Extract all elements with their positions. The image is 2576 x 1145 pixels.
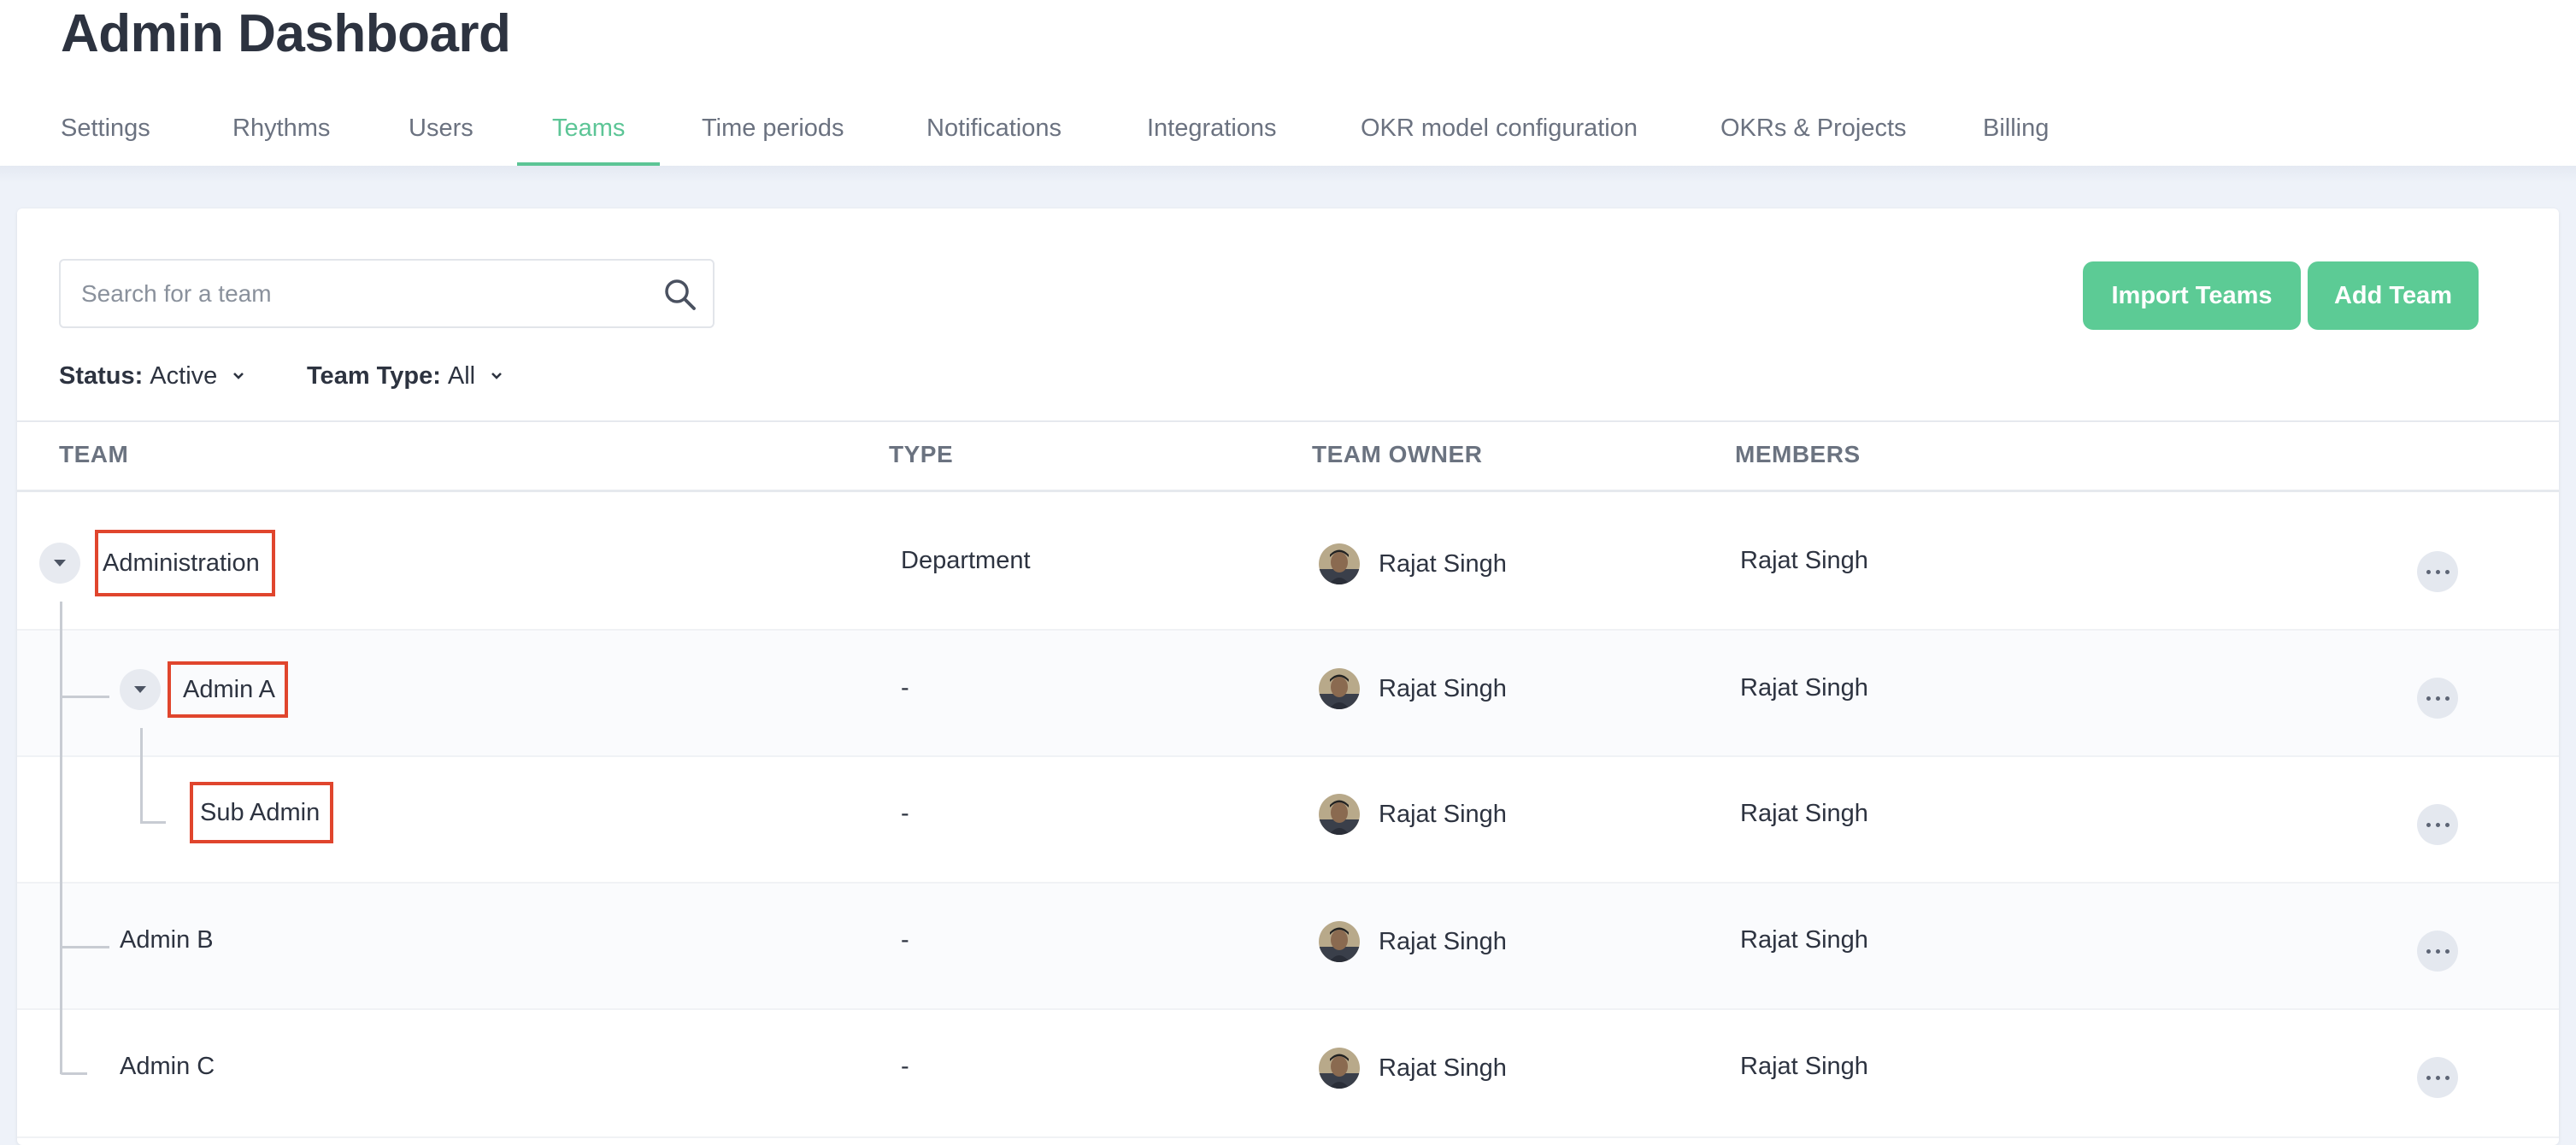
team-owner: Rajat Singh: [1319, 543, 1507, 584]
page-header: Admin Dashboard Settings Rhythms Users T…: [0, 0, 2576, 166]
team-type: -: [901, 926, 909, 954]
column-header-type[interactable]: TYPE: [889, 441, 953, 468]
team-type: -: [901, 674, 909, 702]
more-icon[interactable]: [2417, 931, 2458, 972]
status-filter-label: Status:: [59, 362, 144, 390]
tab-teams[interactable]: Teams: [552, 111, 625, 145]
team-search: [59, 259, 715, 328]
avatar: [1319, 794, 1360, 835]
tree-connector: [60, 696, 109, 698]
page-title: Admin Dashboard: [61, 4, 511, 63]
table-row[interactable]: [17, 757, 2559, 884]
column-header-members[interactable]: MEMBERS: [1735, 441, 1861, 468]
team-type: Department: [901, 547, 1031, 574]
team-owner-name: Rajat Singh: [1379, 675, 1507, 702]
tree-connector: [140, 728, 143, 824]
team-members: Rajat Singh: [1740, 547, 1868, 574]
team-owner-name: Rajat Singh: [1379, 550, 1507, 578]
header-shadow: [0, 166, 2576, 183]
tab-okr-model-configuration[interactable]: OKR model configuration: [1361, 111, 1638, 145]
team-name[interactable]: Admin A: [183, 672, 275, 707]
column-header-team[interactable]: TEAM: [59, 441, 128, 468]
search-input[interactable]: [81, 261, 645, 326]
team-type: -: [901, 800, 909, 827]
avatar: [1319, 543, 1360, 584]
team-members: Rajat Singh: [1740, 1053, 1868, 1080]
chevron-down-icon: [233, 373, 244, 379]
more-icon[interactable]: [2417, 678, 2458, 719]
team-owner: Rajat Singh: [1319, 921, 1507, 962]
team-type-filter-value: All: [447, 362, 476, 390]
import-teams-button[interactable]: Import Teams: [2083, 261, 2301, 330]
caret-down-icon[interactable]: [39, 543, 80, 584]
more-icon[interactable]: [2417, 804, 2458, 845]
team-members: Rajat Singh: [1740, 926, 1868, 954]
tab-notifications[interactable]: Notifications: [926, 111, 1062, 145]
tab-okrs-projects[interactable]: OKRs & Projects: [1720, 111, 1907, 145]
tab-rhythms[interactable]: Rhythms: [232, 111, 330, 145]
team-name[interactable]: Administration: [103, 546, 260, 580]
status-filter-value: Active: [150, 362, 218, 390]
tab-users[interactable]: Users: [409, 111, 473, 145]
table-row[interactable]: [17, 884, 2559, 1010]
search-icon[interactable]: [662, 276, 699, 314]
team-owner-name: Rajat Singh: [1379, 928, 1507, 955]
avatar: [1319, 1048, 1360, 1089]
team-name[interactable]: Sub Admin: [200, 796, 320, 830]
team-owner: Rajat Singh: [1319, 794, 1507, 835]
team-name[interactable]: Admin B: [120, 923, 214, 957]
team-owner-name: Rajat Singh: [1379, 801, 1507, 828]
team-type-filter-label: Team Type:: [307, 362, 441, 390]
table-row[interactable]: [17, 631, 2559, 757]
team-name[interactable]: Admin C: [120, 1049, 215, 1083]
team-owner: Rajat Singh: [1319, 668, 1507, 709]
team-members: Rajat Singh: [1740, 674, 1868, 702]
add-team-button[interactable]: Add Team: [2308, 261, 2479, 330]
caret-down-icon[interactable]: [120, 669, 161, 710]
more-icon[interactable]: [2417, 1057, 2458, 1098]
team-owner-name: Rajat Singh: [1379, 1054, 1507, 1082]
more-icon[interactable]: [2417, 551, 2458, 592]
team-type-filter[interactable]: Team Type: All: [307, 359, 506, 393]
status-filter[interactable]: Status: Active: [59, 359, 248, 393]
avatar: [1319, 668, 1360, 709]
tree-connector: [60, 1072, 87, 1075]
team-owner: Rajat Singh: [1319, 1048, 1507, 1089]
tab-billing[interactable]: Billing: [1983, 111, 2049, 145]
table-row[interactable]: [17, 504, 2559, 631]
column-header-team-owner[interactable]: TEAM OWNER: [1312, 441, 1482, 468]
team-type: -: [901, 1053, 909, 1080]
chevron-down-icon: [491, 373, 503, 379]
tab-time-periods[interactable]: Time periods: [702, 111, 844, 145]
table-header: TEAM TYPE TEAM OWNER MEMBERS: [17, 420, 2559, 492]
team-members: Rajat Singh: [1740, 800, 1868, 827]
avatar: [1319, 921, 1360, 962]
tab-integrations[interactable]: Integrations: [1147, 111, 1277, 145]
tab-settings[interactable]: Settings: [61, 111, 150, 145]
tree-connector: [60, 946, 109, 948]
tree-connector: [60, 602, 62, 1074]
tree-connector: [140, 821, 166, 824]
table-row[interactable]: [17, 1010, 2559, 1138]
